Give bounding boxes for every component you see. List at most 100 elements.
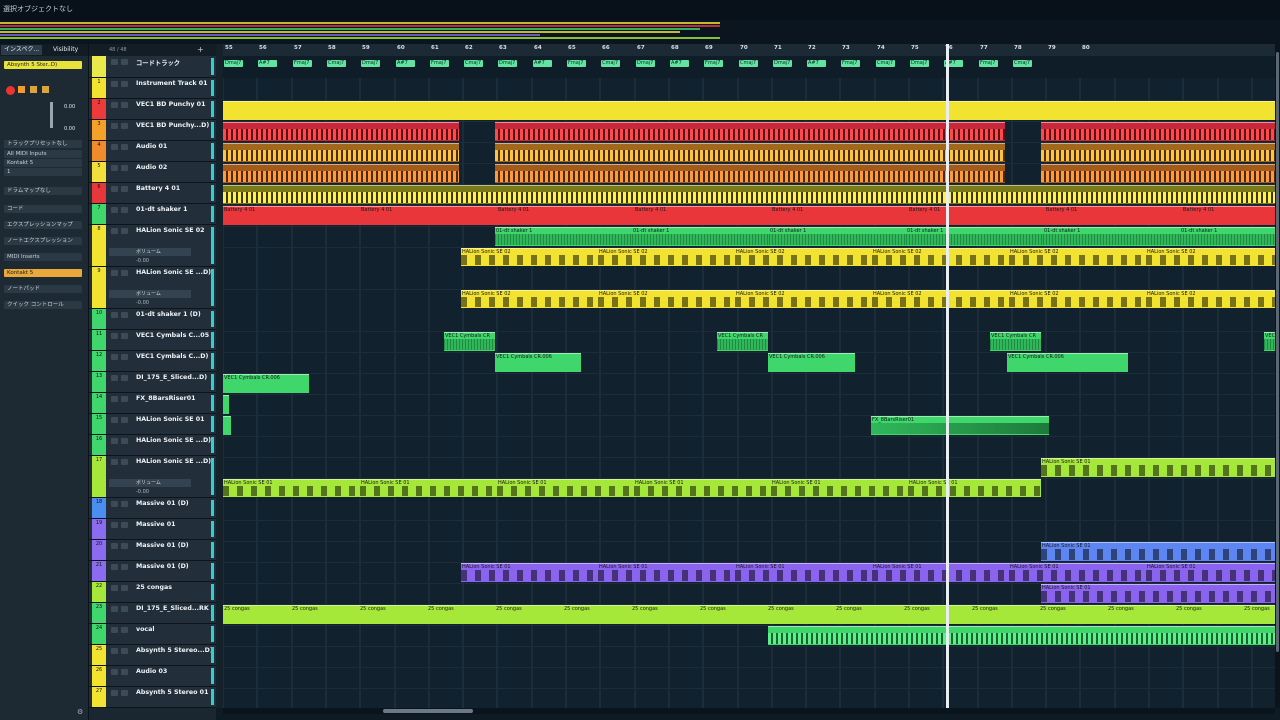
- mute-button[interactable]: [111, 459, 118, 465]
- event-part[interactable]: VEC1 Cymbals CR: [990, 332, 1041, 351]
- track-lane[interactable]: FX_8BarsRiser01: [223, 415, 1275, 437]
- event-part[interactable]: 01-dt shaker 1: [1043, 227, 1180, 246]
- solo-button[interactable]: [121, 312, 128, 318]
- chord-event[interactable]: A#7: [807, 60, 826, 67]
- vertical-scrollbar[interactable]: [1275, 44, 1280, 708]
- solo-button[interactable]: [121, 522, 128, 528]
- track-header[interactable]: 21 Massive 01 (D): [89, 561, 216, 582]
- automation-lane-parameter[interactable]: ボリューム: [109, 248, 191, 256]
- event-part[interactable]: 25 congas: [495, 605, 563, 624]
- track-header[interactable]: 6 Battery 4 01: [89, 183, 216, 204]
- project-window-event-display[interactable]: 55 56 57 58 59 60 61 62 63 64 65 66 67 68 69 70 71 72 73 74…: [223, 44, 1275, 708]
- track-lane[interactable]: HALion Sonic SE 02 HALion Sonic SE 02 HALi…: [223, 289, 1275, 332]
- event-part[interactable]: [1041, 143, 1275, 162]
- track-list-divider[interactable]: [216, 44, 223, 708]
- event-part[interactable]: HALion Sonic SE 02: [1009, 290, 1146, 308]
- solo-button[interactable]: [121, 648, 128, 654]
- track-lane[interactable]: HALion Sonic SE 01: [223, 541, 1275, 563]
- event-part[interactable]: [1041, 122, 1275, 141]
- event-part[interactable]: Battery 4 01: [1045, 206, 1182, 225]
- chord-event[interactable]: Dmaj7: [910, 60, 929, 67]
- track-lane[interactable]: [223, 142, 1275, 164]
- track-lane[interactable]: 01-dt shaker 1 01-dt shaker 1 01-dt shaker…: [223, 226, 1275, 248]
- solo-button[interactable]: [121, 165, 128, 171]
- track-header[interactable]: 23 DI_175_E_Sliced...RK: [89, 603, 216, 624]
- event-part[interactable]: HALion Sonic SE 01: [461, 563, 598, 582]
- event-part[interactable]: [223, 164, 459, 183]
- solo-button[interactable]: [121, 585, 128, 591]
- event-part[interactable]: HALion Sonic SE 02: [461, 290, 598, 308]
- track-lane[interactable]: HALion Sonic SE 02 HALion Sonic SE 02 HALi…: [223, 247, 1275, 290]
- solo-button[interactable]: [121, 81, 128, 87]
- track-header[interactable]: 8 HALion Sonic SE 02 ボリューム -0.00: [89, 225, 216, 267]
- event-part[interactable]: HALion Sonic SE 01: [634, 479, 771, 497]
- vertical-scroll-thumb[interactable]: [1276, 52, 1279, 652]
- track-lane[interactable]: [223, 184, 1275, 206]
- volume-fader[interactable]: [50, 102, 53, 128]
- chord-event[interactable]: A#7: [670, 60, 689, 67]
- solo-button[interactable]: [121, 59, 128, 65]
- mute-button[interactable]: [111, 501, 118, 507]
- track-lane[interactable]: Battery 4 01 Battery 4 01 Battery 4 01 Batt…: [223, 205, 1275, 227]
- track-name[interactable]: Absynth 5 Stereo 01: [136, 689, 208, 696]
- track-lane[interactable]: HALion Sonic SE 01: [223, 457, 1275, 479]
- track-name[interactable]: vocal: [136, 626, 155, 633]
- event-part[interactable]: 25 congas: [767, 605, 835, 624]
- event-part[interactable]: HALion Sonic SE 02: [461, 248, 598, 266]
- track-lane[interactable]: HALion Sonic SE 01 HALion Sonic SE 01 HALi…: [223, 562, 1275, 584]
- event-part[interactable]: HALion Sonic SE 02: [598, 290, 735, 308]
- event-part[interactable]: 01-dt shaker 1: [495, 227, 632, 246]
- solo-button[interactable]: [121, 396, 128, 402]
- track-lane[interactable]: [223, 163, 1275, 185]
- track-lane[interactable]: [223, 646, 1275, 668]
- track-header[interactable]: 19 Massive 01: [89, 519, 216, 540]
- track-header[interactable]: 16 HALion Sonic SE ...D): [89, 435, 216, 456]
- mute-button[interactable]: [111, 186, 118, 192]
- track-header[interactable]: 1 Instrument Track 01: [89, 78, 216, 99]
- track-name[interactable]: VEC1 BD Punchy...D): [136, 122, 209, 129]
- solo-button[interactable]: [121, 207, 128, 213]
- event-part[interactable]: HALion Sonic SE 02: [1146, 290, 1275, 308]
- event-part[interactable]: HALion Sonic SE 01: [771, 479, 908, 497]
- track-header[interactable]: 17 HALion Sonic SE ...D) ボリューム -0.00: [89, 456, 216, 498]
- event-part[interactable]: VEC1 Cymbals CR.006: [223, 374, 309, 393]
- track-lane[interactable]: 25 congas 25 congas 25 congas 25 congas 25 c…: [223, 604, 1275, 626]
- event-part[interactable]: 25 congas: [903, 605, 971, 624]
- solo-button[interactable]: [121, 417, 128, 423]
- event-part[interactable]: [223, 395, 229, 414]
- event-part[interactable]: Battery 4 01: [1182, 206, 1275, 225]
- event-part[interactable]: [495, 164, 1005, 183]
- event-part[interactable]: FX_8BarsRiser01: [871, 416, 1049, 435]
- event-part[interactable]: [223, 143, 459, 162]
- event-part[interactable]: 25 congas: [427, 605, 495, 624]
- event-part[interactable]: HALion Sonic SE 02: [735, 290, 872, 308]
- event-part[interactable]: 25 congas: [699, 605, 767, 624]
- track-name[interactable]: FX_8BarsRiser01: [136, 395, 195, 402]
- track-header[interactable]: 14 FX_8BarsRiser01: [89, 393, 216, 414]
- mute-button[interactable]: [111, 333, 118, 339]
- mute-button[interactable]: [111, 165, 118, 171]
- event-part[interactable]: VEC1 Cymbals CR.006: [1007, 353, 1128, 372]
- chord-event[interactable]: Dmaj7: [498, 60, 517, 67]
- event-part[interactable]: [223, 122, 459, 141]
- event-part[interactable]: HALion Sonic SE 02: [1009, 248, 1146, 266]
- event-part[interactable]: 01-dt shaker 1: [906, 227, 1043, 246]
- solo-button[interactable]: [121, 438, 128, 444]
- track-lane[interactable]: [223, 394, 1275, 416]
- track-header[interactable]: 22 25 congas: [89, 582, 216, 603]
- mute-button[interactable]: [111, 543, 118, 549]
- chord-event[interactable]: Cmaj7: [601, 60, 620, 67]
- event-part[interactable]: HALion Sonic SE 01: [598, 563, 735, 582]
- event-part[interactable]: 25 congas: [1107, 605, 1175, 624]
- chord-event[interactable]: Dmaj7: [361, 60, 380, 67]
- event-part[interactable]: HALion Sonic SE 02: [598, 248, 735, 266]
- mute-button[interactable]: [111, 606, 118, 612]
- event-part[interactable]: Battery 4 01: [360, 206, 497, 225]
- mute-button[interactable]: [111, 81, 118, 87]
- solo-button[interactable]: [121, 102, 128, 108]
- track-lane[interactable]: VEC1 Cymbals CR.006 VEC1 Cymbals CR.006 VE…: [223, 352, 1275, 374]
- track-lane[interactable]: [223, 520, 1275, 542]
- chord-event[interactable]: Fmaj7: [293, 60, 312, 67]
- track-header[interactable]: 7 01-dt shaker 1: [89, 204, 216, 225]
- solo-button[interactable]: [121, 228, 128, 234]
